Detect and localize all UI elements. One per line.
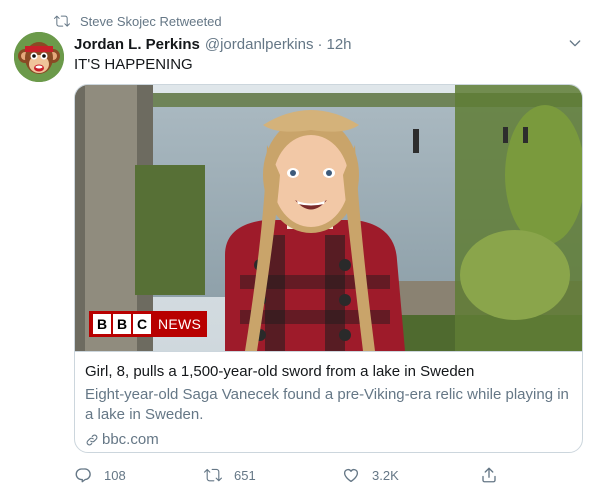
- share-button[interactable]: [480, 464, 510, 486]
- like-button[interactable]: 3.2K: [342, 464, 399, 486]
- tweet-timestamp[interactable]: 12h: [327, 36, 352, 53]
- share-icon: [482, 467, 496, 483]
- reply-count: 108: [104, 467, 126, 483]
- card-domain-label: bbc.com: [102, 431, 159, 448]
- monkey-avatar: [14, 32, 64, 82]
- card-body[interactable]: Girl, 8, pulls a 1,500-year-old sword fr…: [75, 351, 582, 450]
- reply-icon: [75, 468, 91, 483]
- logo-letter: B: [113, 314, 131, 334]
- link-card[interactable]: B B C NEWS Girl, 8, pulls a 1,500-year-o…: [74, 84, 583, 453]
- retweet-icon: [54, 13, 70, 29]
- separator-dot: ·: [317, 35, 323, 53]
- card-image[interactable]: B B C NEWS: [75, 85, 582, 351]
- tweet-header: Jordan L. Perkins @jordanlperkins · 12h: [74, 34, 352, 54]
- avatar[interactable]: [14, 32, 64, 82]
- card-domain[interactable]: bbc.com: [85, 430, 572, 450]
- reply-button[interactable]: 108: [74, 464, 126, 486]
- link-icon: [86, 434, 98, 446]
- chevron-down-icon: [569, 40, 581, 47]
- author-handle[interactable]: @jordanlperkins: [205, 36, 314, 53]
- card-title: Girl, 8, pulls a 1,500-year-old sword fr…: [85, 363, 475, 380]
- heart-icon: [343, 468, 359, 483]
- retweet-button[interactable]: 651: [204, 464, 256, 486]
- logo-letter: C: [133, 314, 151, 334]
- more-menu-button[interactable]: [566, 34, 584, 52]
- logo-letter: B: [93, 314, 111, 334]
- card-description: Eight-year-old Saga Vanecek found a pre-…: [85, 386, 569, 423]
- tweet-text: IT'S HAPPENING: [74, 56, 193, 73]
- retweet-icon: [204, 468, 222, 482]
- retweet-context[interactable]: Steve Skojec Retweeted: [54, 12, 222, 30]
- tweet-actions: 108 651 3.2K: [74, 464, 583, 486]
- like-count: 3.2K: [372, 467, 399, 483]
- retweet-count: 651: [234, 467, 256, 483]
- tweet[interactable]: Steve Skojec Retweeted Jordan L. Perkins…: [0, 0, 598, 494]
- retweet-context-label: Steve Skojec Retweeted: [80, 13, 222, 29]
- bbc-news-logo: B B C NEWS: [89, 311, 208, 337]
- author-name[interactable]: Jordan L. Perkins: [74, 36, 200, 53]
- logo-word: NEWS: [158, 316, 202, 332]
